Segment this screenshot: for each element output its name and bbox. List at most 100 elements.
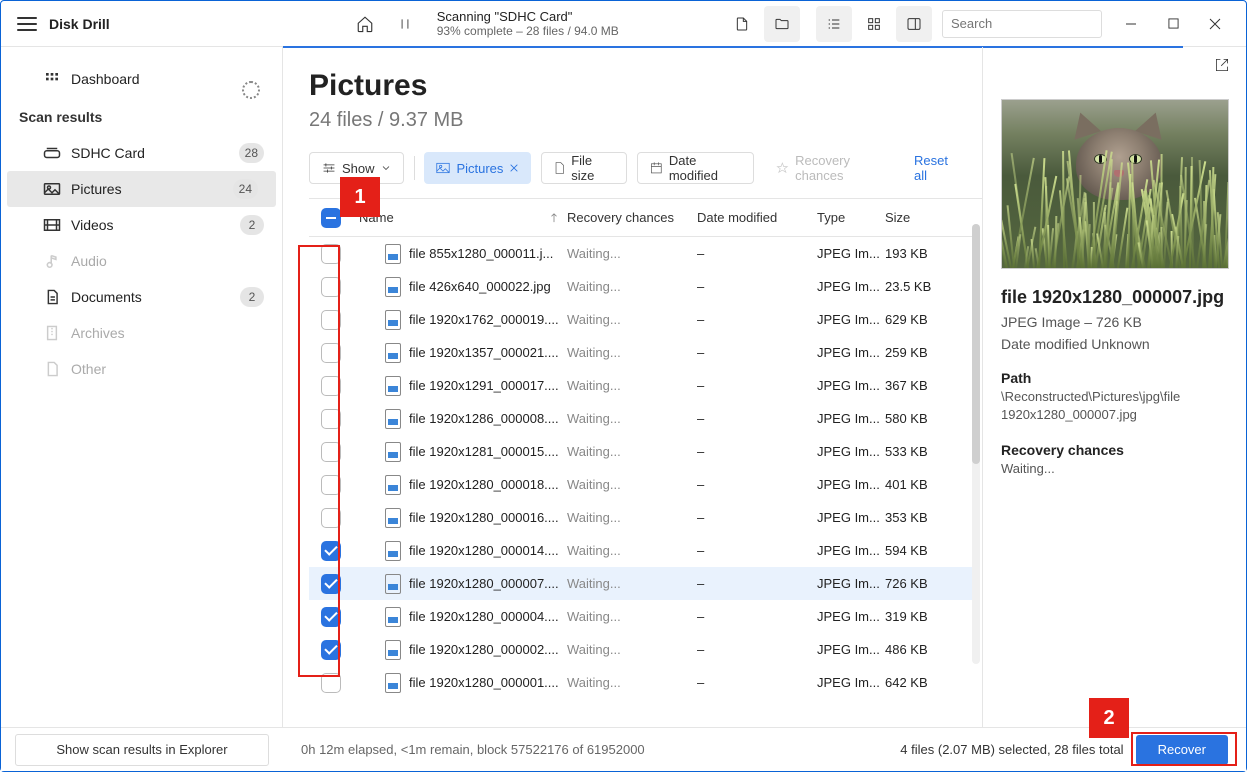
- file-size: 367 KB: [885, 378, 955, 393]
- file-type: JPEG Im...: [817, 477, 885, 492]
- minimize-button[interactable]: [1110, 9, 1152, 39]
- scan-title: Scanning "SDHC Card": [437, 9, 722, 24]
- table-row[interactable]: file 1920x1281_000015....Waiting...–JPEG…: [309, 435, 972, 468]
- drive-icon: [43, 147, 61, 159]
- audio-icon: [43, 253, 61, 269]
- col-name-header[interactable]: Name: [353, 210, 567, 225]
- table-row[interactable]: file 1920x1280_000014....Waiting...–JPEG…: [309, 534, 972, 567]
- table-row[interactable]: file 1920x1280_000004....Waiting...–JPEG…: [309, 600, 972, 633]
- sidebar-item-videos[interactable]: Videos 2: [1, 207, 282, 243]
- filesize-filter[interactable]: File size: [541, 152, 627, 184]
- file-size: 319 KB: [885, 609, 955, 624]
- pause-button[interactable]: [387, 6, 423, 42]
- file-type: JPEG Im...: [817, 444, 885, 459]
- date-modified: –: [697, 675, 817, 690]
- show-in-explorer-button[interactable]: Show scan results in Explorer: [15, 734, 269, 766]
- page-title: Pictures: [309, 69, 982, 103]
- dashboard-icon: [43, 71, 61, 87]
- other-icon: [43, 361, 61, 377]
- close-button[interactable]: [1194, 9, 1236, 39]
- col-recovery-header[interactable]: Recovery chances: [567, 210, 697, 225]
- file-size: 486 KB: [885, 642, 955, 657]
- pictures-filter-chip[interactable]: Pictures: [424, 152, 531, 184]
- sidebar-item-other[interactable]: Other: [1, 351, 282, 387]
- search-input[interactable]: [942, 10, 1102, 38]
- date-filter[interactable]: Date modified: [637, 152, 754, 184]
- file-icon: [385, 607, 401, 627]
- search-field[interactable]: [951, 16, 1127, 31]
- grid-view-button[interactable]: [856, 6, 892, 42]
- sidebar-item-audio[interactable]: Audio: [1, 243, 282, 279]
- table-row[interactable]: file 1920x1280_000016....Waiting...–JPEG…: [309, 501, 972, 534]
- menu-icon[interactable]: [17, 17, 37, 31]
- file-size: 353 KB: [885, 510, 955, 525]
- annotation-1-number: 1: [340, 177, 380, 217]
- file-type: JPEG Im...: [817, 510, 885, 525]
- sidebar-item-documents[interactable]: Documents 2: [1, 279, 282, 315]
- table-row[interactable]: file 1920x1280_000002....Waiting...–JPEG…: [309, 633, 972, 666]
- table-row[interactable]: file 1920x1280_000018....Waiting...–JPEG…: [309, 468, 972, 501]
- file-size: 259 KB: [885, 345, 955, 360]
- col-date-header[interactable]: Date modified: [697, 210, 817, 225]
- chevron-down-icon: [381, 165, 391, 171]
- table-row[interactable]: file 1920x1291_000017....Waiting...–JPEG…: [309, 369, 972, 402]
- table-row[interactable]: file 1920x1280_000007....Waiting...–JPEG…: [309, 567, 972, 600]
- videos-icon: [43, 218, 61, 232]
- recovery-status: Waiting...: [567, 444, 697, 459]
- file-type: JPEG Im...: [817, 609, 885, 624]
- file-size: 580 KB: [885, 411, 955, 426]
- file-size: 533 KB: [885, 444, 955, 459]
- file-type: JPEG Im...: [817, 642, 885, 657]
- date-modified: –: [697, 510, 817, 525]
- date-modified: –: [697, 345, 817, 360]
- sidebar-item-archives[interactable]: Archives: [1, 315, 282, 351]
- file-size: 642 KB: [885, 675, 955, 690]
- file-icon: [385, 244, 401, 264]
- scan-status: Scanning "SDHC Card" 93% complete – 28 f…: [437, 9, 722, 38]
- file-type: JPEG Im...: [817, 378, 885, 393]
- sidebar-item-pictures[interactable]: Pictures 24: [7, 171, 276, 207]
- sort-arrow-icon: [549, 212, 559, 224]
- table-row[interactable]: file 1920x1286_000008....Waiting...–JPEG…: [309, 402, 972, 435]
- file-icon: [385, 673, 401, 693]
- scrollbar[interactable]: [972, 224, 980, 664]
- table-row[interactable]: file 1920x1280_000001....Waiting...–JPEG…: [309, 666, 972, 699]
- col-type-header[interactable]: Type: [817, 210, 885, 225]
- file-type: JPEG Im...: [817, 345, 885, 360]
- panel-toggle-button[interactable]: [896, 6, 932, 42]
- select-all-checkbox[interactable]: [321, 208, 341, 228]
- folder-button[interactable]: [764, 6, 800, 42]
- file-icon: [385, 475, 401, 495]
- table-header: Name Recovery chances Date modified Type…: [309, 199, 972, 237]
- file-name: file 1920x1280_000001....: [409, 675, 559, 690]
- annotation-2-box: [1131, 732, 1237, 766]
- annotation-1-box: [298, 245, 340, 677]
- sidebar-dashboard[interactable]: Dashboard: [1, 61, 282, 97]
- table-row[interactable]: file 1920x1762_000019....Waiting...–JPEG…: [309, 303, 972, 336]
- close-icon[interactable]: [509, 163, 519, 173]
- table-row[interactable]: file 426x640_000022.jpgWaiting...–JPEG I…: [309, 270, 972, 303]
- date-modified: –: [697, 642, 817, 657]
- maximize-button[interactable]: [1152, 9, 1194, 39]
- popout-icon[interactable]: [1214, 57, 1230, 73]
- table-row[interactable]: file 855x1280_000011.j...Waiting...–JPEG…: [309, 237, 972, 270]
- file-icon: [385, 640, 401, 660]
- preview-meta: JPEG Image – 726 KB: [1001, 314, 1228, 330]
- file-type: JPEG Im...: [817, 576, 885, 591]
- list-view-button[interactable]: [816, 6, 852, 42]
- table-row[interactable]: file 1920x1357_000021....Waiting...–JPEG…: [309, 336, 972, 369]
- file-icon-button[interactable]: [724, 6, 760, 42]
- home-button[interactable]: [347, 6, 383, 42]
- recovery-status: Waiting...: [567, 378, 697, 393]
- recovery-filter[interactable]: Recovery chances: [764, 152, 904, 184]
- reset-filters-link[interactable]: Reset all: [914, 153, 960, 183]
- filter-row: Show Pictures File size Date modified Re…: [309, 152, 982, 184]
- documents-icon: [43, 289, 61, 305]
- sidebar: Dashboard Scan results SDHC Card 28 Pict…: [1, 47, 283, 727]
- sidebar-item-sdhc[interactable]: SDHC Card 28: [1, 135, 282, 171]
- footer-progress-text: 0h 12m elapsed, <1m remain, block 575221…: [301, 742, 645, 757]
- col-size-header[interactable]: Size: [885, 210, 955, 225]
- date-modified: –: [697, 246, 817, 261]
- file-name: file 1920x1286_000008....: [409, 411, 559, 426]
- preview-image: [1001, 99, 1229, 269]
